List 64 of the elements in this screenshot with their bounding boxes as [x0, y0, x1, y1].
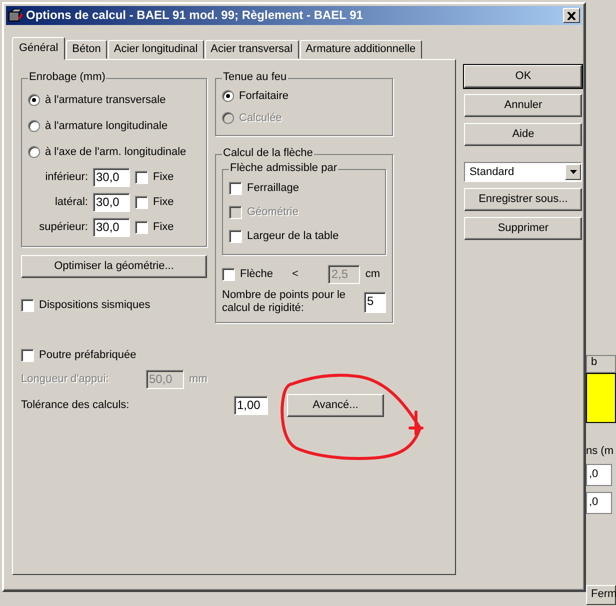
preset-button[interactable]: Supprimer: [464, 217, 582, 240]
radio-label[interactable]: Forfaitaire: [239, 90, 289, 103]
radio-label[interactable]: à l'armature transversale: [45, 94, 166, 107]
checkbox[interactable]: [229, 182, 242, 195]
radio-button[interactable]: [28, 94, 40, 106]
field-label: latéral:: [54, 196, 88, 210]
tab[interactable]: Acier longitudinal: [108, 40, 204, 60]
preset-button[interactable]: Enregistrer sous...: [464, 188, 582, 212]
radio-label[interactable]: à l'axe de l'arm. longitudinale: [45, 146, 186, 159]
checkbox-label[interactable]: Fixe: [153, 171, 174, 184]
column-header: b: [586, 355, 616, 373]
tab[interactable]: Béton: [66, 40, 107, 60]
checkbox[interactable]: [229, 230, 242, 243]
field-label: Longueur d'appui:: [21, 372, 110, 386]
radio-button[interactable]: [28, 120, 40, 132]
tab[interactable]: Acier transversal: [204, 40, 299, 60]
field-label: inférieur:: [44, 171, 88, 184]
window-title: Options de calcul - BAEL 91 mod. 99; Règlement - BAEL 91: [26, 8, 363, 23]
field-label: supérieur:: [38, 221, 88, 234]
tab[interactable]: Général: [12, 37, 66, 60]
field-label: Nombre de points pour le calcul de rigidité:: [222, 289, 347, 316]
dialog-button[interactable]: OK: [464, 65, 582, 88]
dialog-button[interactable]: Annuler: [464, 94, 582, 118]
checkbox[interactable]: [21, 298, 34, 312]
input-field[interactable]: 5: [364, 292, 386, 313]
checkbox-label[interactable]: Fixe: [153, 221, 174, 234]
tab[interactable]: Armature additionnelle: [300, 40, 422, 60]
checkbox[interactable]: [135, 196, 148, 210]
dialog-button[interactable]: Aide: [464, 123, 582, 146]
table-cell: [586, 373, 616, 423]
close-button[interactable]: [563, 8, 580, 23]
input-field: ,0: [586, 492, 612, 514]
radio-button[interactable]: [222, 90, 234, 102]
operator-label: <: [292, 268, 298, 281]
input-field[interactable]: 30,0: [93, 168, 130, 188]
radio-button[interactable]: [28, 146, 40, 158]
close-icon: [567, 12, 576, 20]
field-label: Tolérance des calculs:: [21, 398, 130, 412]
group-title: Flèche admissible par: [229, 162, 338, 176]
checkbox[interactable]: [21, 348, 34, 362]
checkbox[interactable]: [135, 171, 148, 184]
input-field[interactable]: 30,0: [93, 193, 130, 212]
input-field[interactable]: 1,00: [234, 396, 268, 415]
input-field: ,0: [586, 464, 612, 486]
input-field: 2,5: [328, 264, 360, 284]
background-label: ns (m: [586, 445, 614, 458]
dropdown-value: Standard: [468, 166, 514, 179]
checkbox-label[interactable]: Fixe: [153, 196, 174, 210]
checkbox-label[interactable]: Largeur de la table: [247, 230, 339, 243]
checkbox-label[interactable]: Ferraillage: [247, 182, 299, 195]
advanced-button[interactable]: Avancé...: [287, 394, 384, 417]
input-field: 50,0: [146, 370, 184, 389]
checkbox-label[interactable]: Dispositions sismiques: [39, 298, 150, 312]
checkbox[interactable]: [135, 221, 148, 234]
group-title: Enrobage (mm): [28, 71, 106, 84]
optimize-button[interactable]: Optimiser la géométrie...: [21, 255, 207, 278]
radio-label[interactable]: à l'armature longitudinale: [45, 120, 168, 133]
dropdown-arrow-icon: [570, 170, 576, 174]
checkbox-label[interactable]: Poutre préfabriquée: [39, 348, 136, 362]
unit-label: mm: [189, 372, 208, 386]
unit-label: cm: [365, 268, 380, 281]
app-icon: [8, 8, 23, 22]
input-field[interactable]: 30,0: [93, 218, 130, 238]
preset-dropdown[interactable]: Standard: [464, 162, 582, 182]
